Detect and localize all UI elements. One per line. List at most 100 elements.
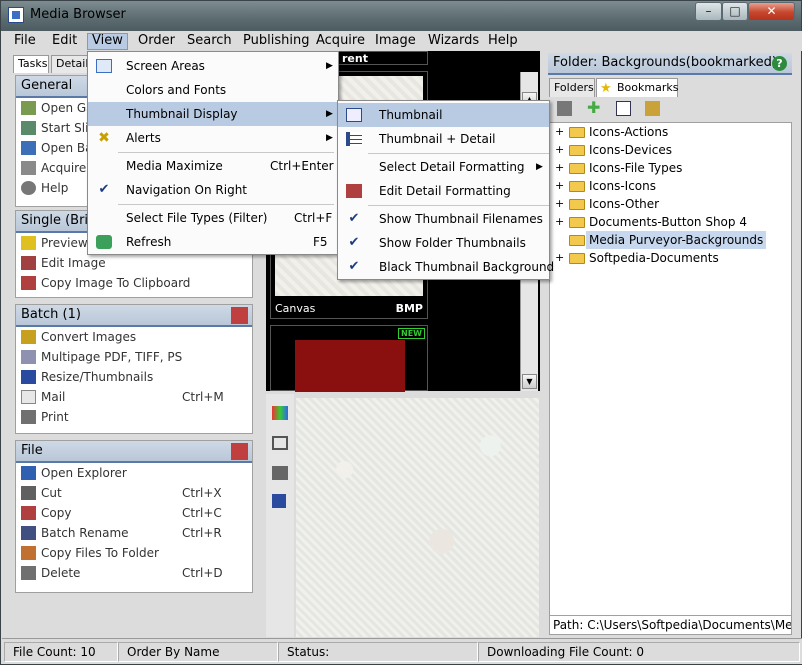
- expand-icon[interactable]: +: [555, 198, 564, 209]
- expand-icon[interactable]: +: [555, 162, 564, 173]
- menu-colors-fonts[interactable]: Colors and Fonts: [88, 78, 338, 102]
- tab-tasks[interactable]: Tasks: [13, 55, 49, 73]
- menu-screen-areas[interactable]: Screen Areas ▶: [88, 54, 338, 78]
- folder-icon: [569, 163, 585, 174]
- tree-item[interactable]: + Documents-Button Shop 4: [550, 213, 791, 231]
- menu-publishing[interactable]: Publishing: [239, 33, 313, 50]
- menu-help[interactable]: Help: [484, 33, 522, 50]
- convert-icon: [21, 330, 36, 344]
- mail-item[interactable]: Mail Ctrl+M: [16, 387, 252, 407]
- add-bookmark-icon[interactable]: ✚: [587, 100, 602, 116]
- bookmark-folder-icon[interactable]: [645, 101, 660, 116]
- submenu-edit-detail-formatting[interactable]: Edit Detail Formatting: [338, 179, 549, 203]
- cut-item[interactable]: Cut Ctrl+X: [16, 483, 252, 503]
- tree-item[interactable]: + Icons-Devices: [550, 141, 791, 159]
- menu-bar: File Edit View Order Search Publishing A…: [2, 31, 802, 51]
- scissors-icon: [21, 486, 36, 500]
- menu-view[interactable]: View: [87, 33, 128, 50]
- delete-bookmark-icon[interactable]: [557, 101, 572, 116]
- file-tools-icon[interactable]: [231, 443, 248, 460]
- alerts-icon: ✖: [98, 130, 110, 146]
- copy-files-folder-item[interactable]: Copy Files To Folder: [16, 543, 252, 563]
- expand-icon[interactable]: +: [555, 216, 564, 227]
- copy-image-clipboard-item[interactable]: Copy Image To Clipboard: [16, 273, 252, 293]
- menu-select-file-types[interactable]: Select File Types (Filter) Ctrl+F: [88, 206, 338, 230]
- menu-order[interactable]: Order: [134, 33, 179, 50]
- open-explorer-item[interactable]: Open Explorer: [16, 463, 252, 483]
- menu-alerts[interactable]: ✖ Alerts ▶: [88, 126, 338, 150]
- app-icon: [8, 7, 24, 23]
- folder-icon: [569, 253, 585, 264]
- tree-item[interactable]: + Icons-Icons: [550, 177, 791, 195]
- folder-title: Folder: Backgrounds(bookmarked) ?: [548, 53, 792, 75]
- submenu-select-detail-formatting[interactable]: Select Detail Formatting ▶: [338, 155, 549, 179]
- menu-search[interactable]: Search: [183, 33, 236, 50]
- batch-panel-title: Batch (1): [16, 305, 252, 327]
- multipage-item[interactable]: Multipage PDF, TIFF, PS: [16, 347, 252, 367]
- expand-icon[interactable]: +: [555, 252, 564, 263]
- tab-bookmarks[interactable]: ★ Bookmarks: [596, 78, 678, 97]
- menu-file[interactable]: File: [10, 33, 40, 50]
- batch-rename-item[interactable]: Batch Rename Ctrl+R: [16, 523, 252, 543]
- submenu-show-thumbnail-filenames[interactable]: ✔ Show Thumbnail Filenames: [338, 207, 549, 231]
- print-item[interactable]: Print: [16, 407, 252, 427]
- expand-icon[interactable]: +: [555, 126, 564, 137]
- help-icon[interactable]: ?: [772, 56, 787, 71]
- close-button[interactable]: ✕: [748, 2, 795, 21]
- tree-item-selected[interactable]: Media Purveyor-Backgrounds: [550, 231, 791, 249]
- copy-folder-icon: [21, 546, 36, 560]
- menu-navigation-right[interactable]: ✔ Navigation On Right: [88, 178, 338, 202]
- menu-separator: [368, 153, 549, 154]
- submenu-thumbnail[interactable]: Thumbnail: [338, 103, 549, 127]
- maximize-button[interactable]: □: [722, 2, 748, 21]
- expand-icon[interactable]: +: [555, 180, 564, 191]
- edit-image-item[interactable]: Edit Image: [16, 253, 252, 273]
- menu-thumbnail-display[interactable]: Thumbnail Display ▶: [88, 102, 338, 126]
- folder-icon: [569, 235, 585, 246]
- preview-icon: [21, 236, 36, 250]
- tree-item[interactable]: + Softpedia-Documents: [550, 249, 791, 267]
- folder-pane: Folder: Backgrounds(bookmarked) ? Folder…: [546, 51, 796, 637]
- tree-item[interactable]: + Icons-Other: [550, 195, 791, 213]
- menu-refresh[interactable]: Refresh F5: [88, 230, 338, 254]
- menu-separator: [368, 205, 549, 206]
- convert-images-item[interactable]: Convert Images: [16, 327, 252, 347]
- crop-icon[interactable]: [272, 436, 288, 450]
- resize-icon: [21, 370, 36, 384]
- menu-wizards[interactable]: Wizards: [424, 33, 483, 50]
- trash-icon: [21, 566, 36, 580]
- submenu-arrow-icon: ▶: [326, 133, 333, 143]
- submenu-show-folder-thumbnails[interactable]: ✔ Show Folder Thumbnails: [338, 231, 549, 255]
- scroll-down-button[interactable]: ▼: [522, 374, 537, 389]
- bookmark-tree: + Icons-Actions + Icons-Devices + Icons-Fil…: [549, 122, 792, 616]
- submenu-black-thumbnail-background[interactable]: ✔ Black Thumbnail Background: [338, 255, 555, 279]
- folder-icon: [569, 127, 585, 138]
- tree-item[interactable]: + Icons-File Types: [550, 159, 791, 177]
- expand-icon[interactable]: +: [555, 144, 564, 155]
- tree-item[interactable]: + Icons-Actions: [550, 123, 791, 141]
- batch-tools-icon[interactable]: [231, 307, 248, 324]
- save-icon[interactable]: [272, 494, 286, 508]
- copy-item[interactable]: Copy Ctrl+C: [16, 503, 252, 523]
- folder-icon: [569, 181, 585, 192]
- print-preview-icon[interactable]: [272, 466, 288, 480]
- submenu-arrow-icon: ▶: [326, 61, 333, 71]
- resize-thumbnails-item[interactable]: Resize/Thumbnails: [16, 367, 252, 387]
- thumbnail-top-label[interactable]: rent: [338, 51, 428, 65]
- delete-item[interactable]: Delete Ctrl+D: [16, 563, 252, 583]
- bookmark-list-icon[interactable]: [616, 101, 631, 116]
- gallery-icon: [21, 101, 36, 115]
- status-bar: File Count: 10 Order By Name Status: Dow…: [2, 638, 802, 664]
- color-adjust-icon[interactable]: [272, 406, 288, 420]
- minimize-button[interactable]: –: [695, 2, 722, 21]
- thumbnail-red[interactable]: NEW: [270, 325, 428, 392]
- tab-folders[interactable]: Folders: [549, 78, 595, 97]
- refresh-icon: [96, 235, 112, 249]
- menu-image[interactable]: Image: [371, 33, 420, 50]
- submenu-thumbnail-detail[interactable]: Thumbnail + Detail: [338, 127, 549, 151]
- menu-media-maximize[interactable]: Media Maximize Ctrl+Enter: [88, 154, 338, 178]
- menu-acquire[interactable]: Acquire: [312, 33, 369, 50]
- clipboard-icon: [21, 276, 36, 290]
- menu-edit[interactable]: Edit: [48, 33, 81, 50]
- title-bar[interactable]: Media Browser – □ ✕: [1, 1, 801, 31]
